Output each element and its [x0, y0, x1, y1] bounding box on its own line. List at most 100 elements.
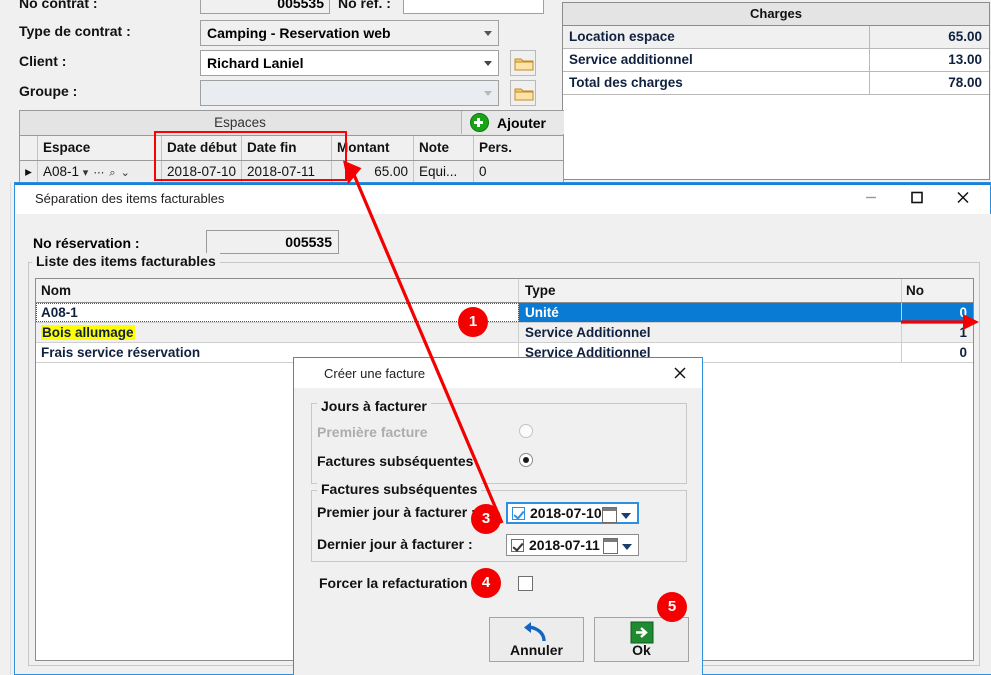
groupe-browse-button[interactable] — [510, 80, 536, 106]
annotation-badge-3: 3 — [471, 504, 501, 534]
type-contrat-select[interactable]: Camping - Reservation web — [200, 20, 499, 46]
folder-icon — [514, 58, 534, 71]
dialog-close-button[interactable] — [662, 359, 698, 386]
items-column-headers: Nom Type No Facture — [36, 279, 973, 321]
force-rebill-checkbox[interactable] — [518, 576, 533, 591]
folder-icon — [514, 88, 534, 101]
type-contrat-label: Type de contrat : — [19, 23, 131, 39]
checkbox-icon[interactable] — [511, 538, 524, 552]
table-row[interactable]: Service additionnel 13.00 — [563, 49, 989, 72]
force-rebill-label: Forcer la refacturation — [319, 575, 468, 591]
items-groupbox-legend: Liste des items facturables — [32, 253, 220, 269]
col-header-no-facture[interactable]: No Facture — [902, 279, 973, 321]
col-header-note[interactable]: Note — [414, 136, 474, 160]
add-espace-button[interactable]: Ajouter — [461, 111, 564, 134]
first-invoice-label: Première facture — [317, 424, 428, 440]
annotation-badge-5: 5 — [657, 592, 687, 622]
cell-no-facture: 0 — [959, 345, 967, 360]
cancel-button[interactable]: Annuler — [489, 617, 584, 662]
no-reservation-input[interactable]: 005535 — [206, 230, 339, 254]
groupe-select[interactable] — [200, 80, 499, 106]
col-header-type[interactable]: Type — [519, 279, 902, 302]
cell-type: Unité — [519, 303, 902, 322]
col-header-marker — [20, 136, 38, 160]
close-icon — [956, 191, 970, 208]
col-header-espace[interactable]: Espace — [38, 136, 162, 160]
client-label: Client : — [19, 53, 67, 69]
last-day-datepicker[interactable]: 2018-07-11 — [506, 534, 639, 556]
minimize-button[interactable] — [848, 185, 894, 213]
first-invoice-radio[interactable] — [519, 424, 533, 438]
espace-cell-controls[interactable]: ▾ ⋯ ⌕ ⌄ — [83, 162, 131, 184]
charge-name: Total des charges — [569, 75, 683, 90]
cell-no-facture: 1 — [959, 325, 967, 340]
table-row[interactable]: Bois allumage Service Additionnel 1 — [36, 323, 973, 343]
ok-button-label: Ok — [632, 642, 651, 658]
chevron-down-icon — [484, 91, 492, 96]
window-title-bar: Séparation des items facturables — [15, 183, 990, 215]
first-day-value: 2018-07-10 — [530, 505, 602, 521]
dialog-title-bar: Créer une facture — [294, 358, 702, 388]
days-to-bill-groupbox — [311, 403, 687, 484]
table-row-total[interactable]: Total des charges 78.00 — [563, 72, 989, 95]
no-contrat-input[interactable]: 005535 — [200, 0, 330, 14]
cell-espace[interactable]: A08-1 ▾ ⋯ ⌕ ⌄ — [38, 161, 162, 183]
days-to-bill-legend: Jours à facturer — [317, 398, 431, 414]
charge-amount: 13.00 — [869, 49, 989, 71]
subsequent-invoices-label: Factures subséquentes — [317, 453, 474, 469]
charge-name: Service additionnel — [569, 52, 693, 67]
table-row[interactable]: A08-1 Unité 0 — [36, 303, 973, 323]
dialog-title: Créer une facture — [324, 366, 426, 381]
plus-circle-icon — [470, 113, 489, 132]
groupe-label: Groupe : — [19, 83, 78, 99]
minimize-icon — [865, 192, 877, 207]
subsequent-invoices-radio[interactable] — [519, 453, 533, 467]
client-value: Richard Laniel — [207, 55, 304, 71]
chevron-down-icon[interactable] — [621, 513, 631, 519]
type-contrat-value: Camping - Reservation web — [207, 25, 391, 41]
annotation-badge-1: 1 — [458, 307, 488, 337]
chevron-down-icon — [484, 61, 492, 66]
close-icon — [674, 367, 686, 379]
charges-title: Charges — [563, 3, 989, 26]
highlighted-text: Bois allumage — [41, 325, 135, 340]
calendar-icon — [602, 507, 617, 523]
client-browse-button[interactable] — [510, 50, 536, 76]
cell-nom: Bois allumage — [36, 323, 519, 342]
col-header-nom[interactable]: Nom — [36, 279, 519, 302]
charge-amount: 78.00 — [869, 72, 989, 94]
table-row[interactable]: Location espace 65.00 — [563, 26, 989, 49]
last-day-label: Dernier jour à facturer : — [317, 536, 473, 552]
cancel-button-label: Annuler — [510, 642, 563, 658]
subsequent-groupbox-legend: Factures subséquentes — [317, 481, 482, 497]
espace-value: A08-1 — [43, 164, 80, 179]
no-contrat-label: No contrat : — [19, 0, 98, 11]
cell-type: Service Additionnel — [519, 323, 902, 342]
row-marker: ▸ — [20, 161, 38, 183]
cell-nom: A08-1 — [36, 303, 519, 322]
first-day-label: Premier jour à facturer : — [317, 504, 476, 520]
ok-button[interactable]: Ok — [594, 617, 689, 662]
maximize-icon — [910, 191, 924, 208]
cell-note[interactable]: Equi... — [414, 161, 474, 183]
close-button[interactable] — [940, 185, 986, 213]
cell-pers[interactable]: 0 — [474, 161, 561, 183]
add-espace-label: Ajouter — [497, 114, 546, 131]
annotation-badge-4: 4 — [471, 568, 501, 598]
chevron-down-icon[interactable] — [622, 544, 632, 550]
client-select[interactable]: Richard Laniel — [200, 50, 499, 76]
calendar-icon — [603, 538, 618, 554]
col-header-pers[interactable]: Pers. — [474, 136, 561, 160]
cell-no-facture: 0 — [902, 303, 973, 322]
no-ref-label: No ref. : — [338, 0, 391, 11]
green-arrow-right-icon — [630, 621, 653, 644]
first-day-datepicker[interactable]: 2018-07-10 — [506, 502, 639, 524]
charges-table: Charges Location espace 65.00 Service ad… — [562, 2, 990, 180]
maximize-button[interactable] — [894, 185, 940, 213]
charge-amount: 65.00 — [869, 26, 989, 48]
checkbox-icon[interactable] — [512, 506, 525, 520]
window-title: Séparation des items facturables — [35, 191, 225, 206]
last-day-value: 2018-07-11 — [529, 537, 600, 553]
highlight-box-dates — [154, 131, 347, 181]
no-ref-input[interactable] — [403, 0, 544, 14]
